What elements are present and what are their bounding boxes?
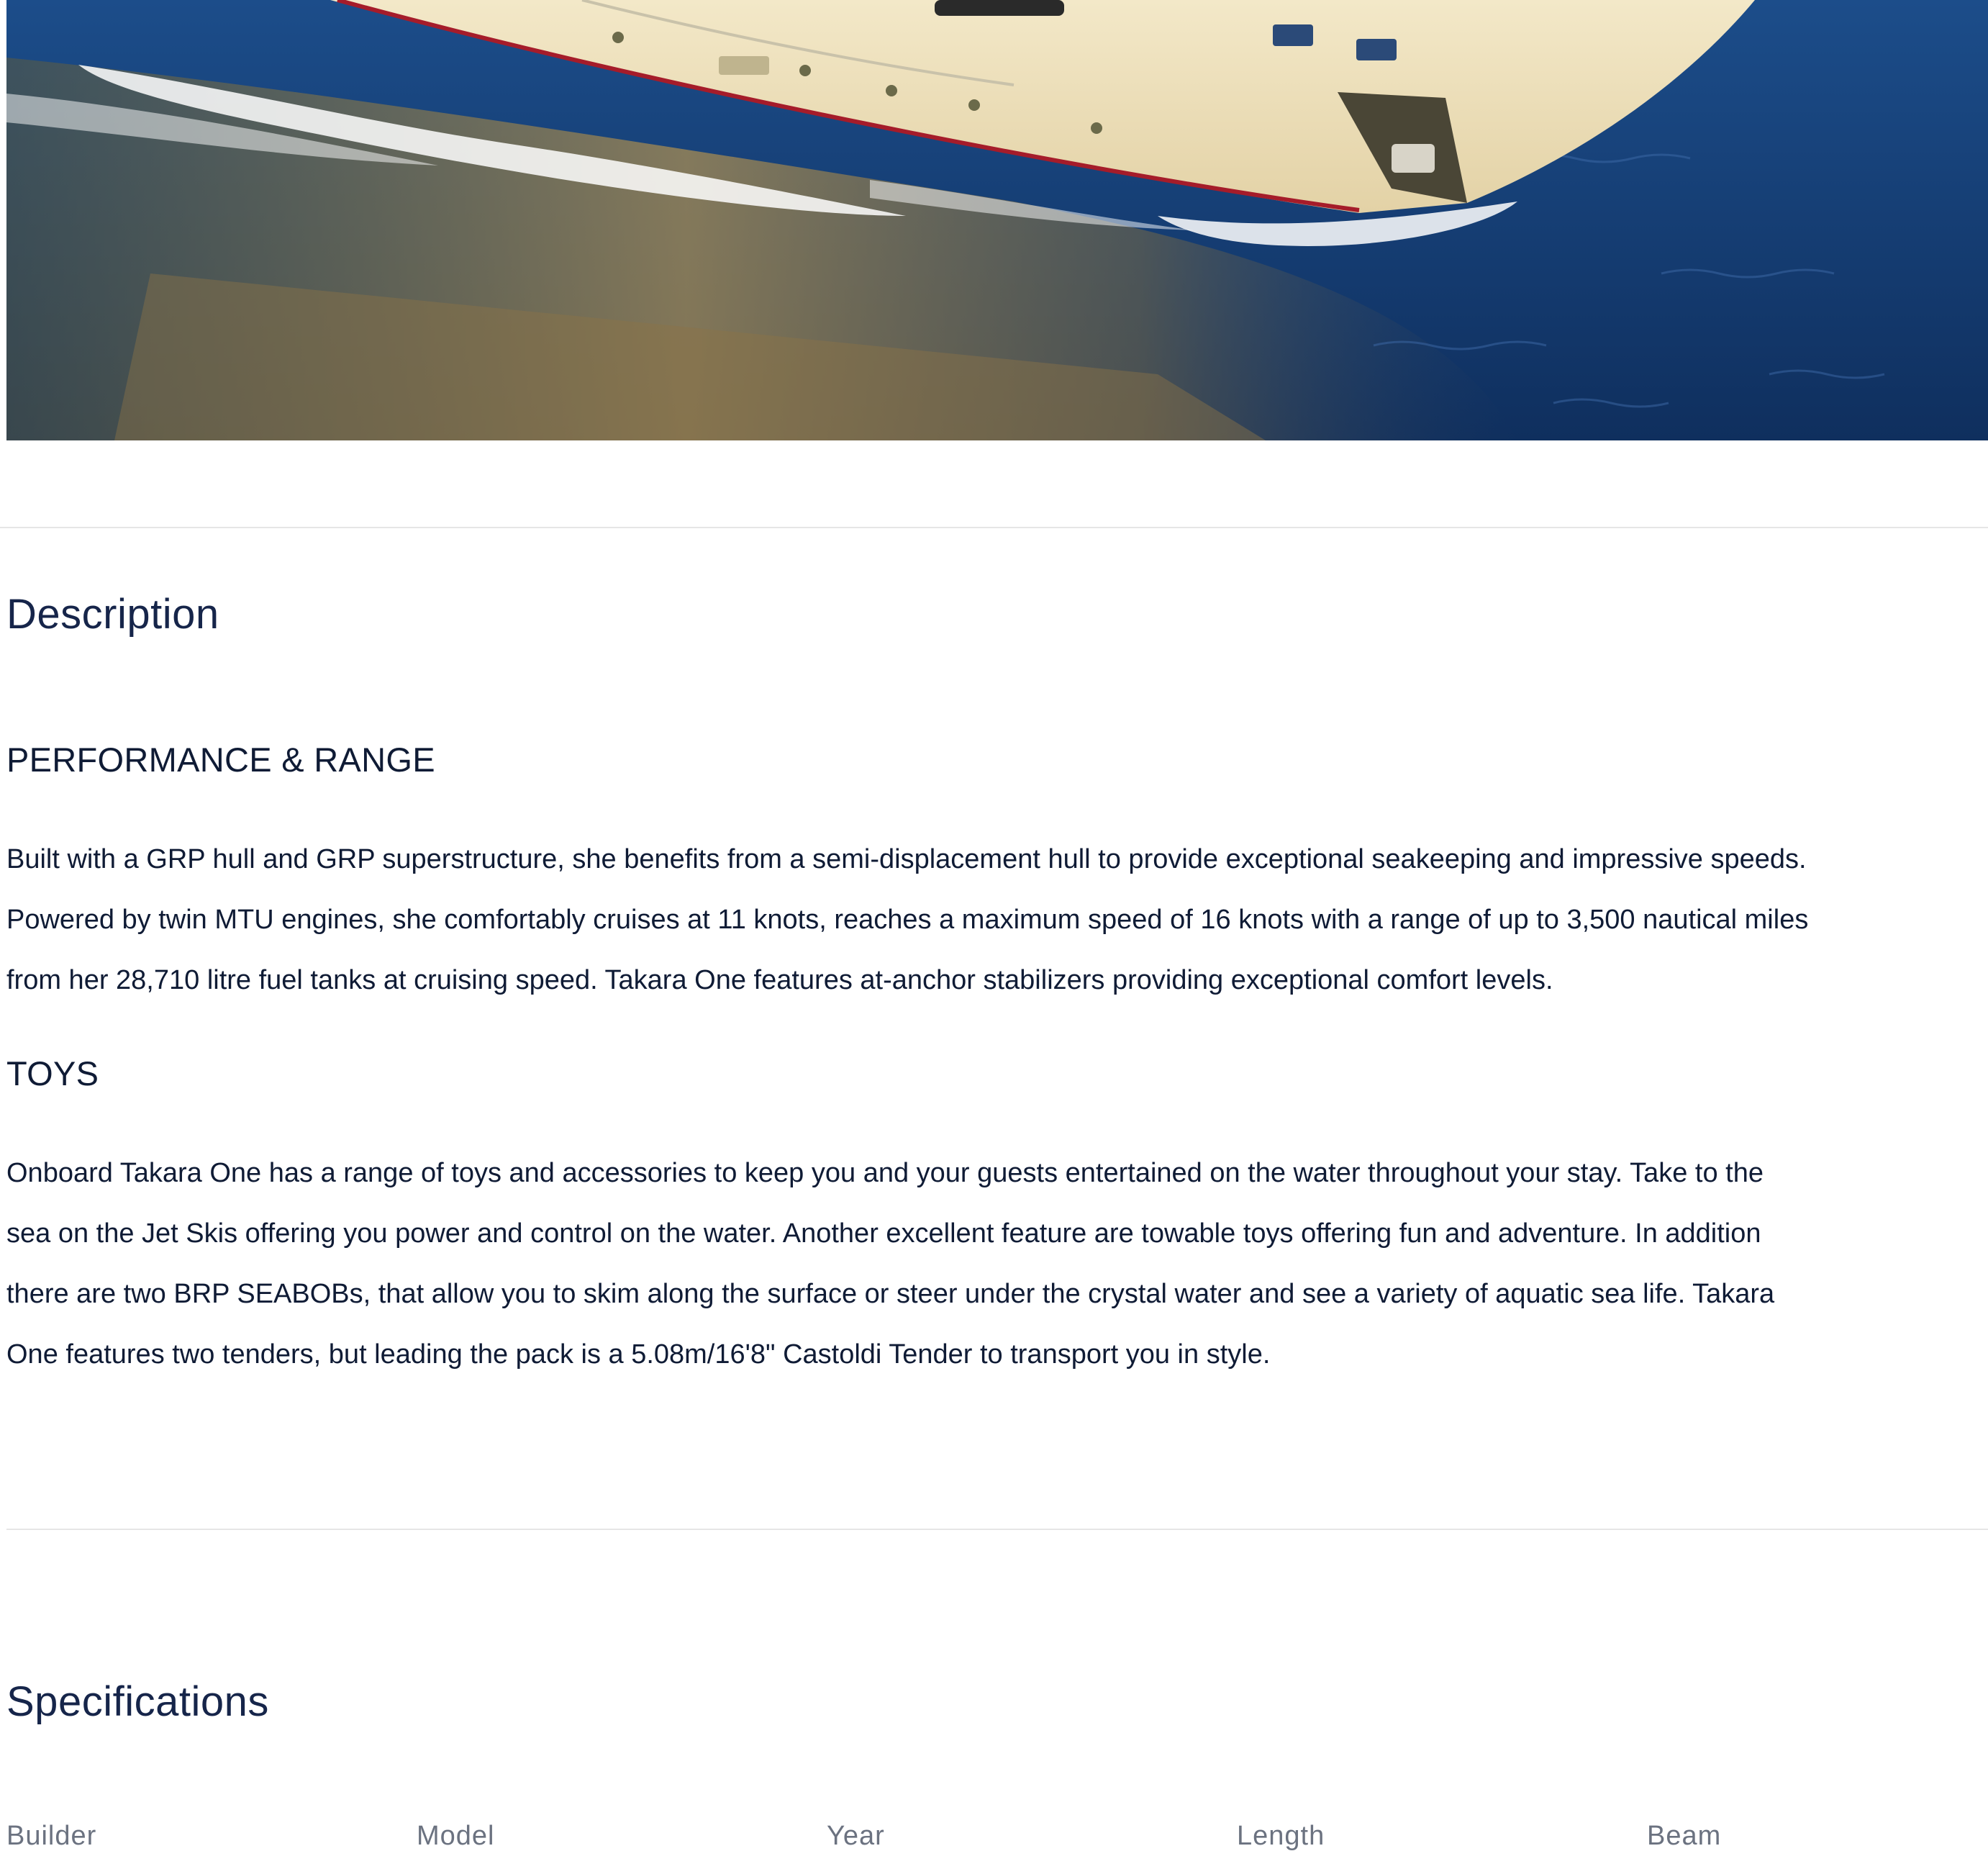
- spec-label-length: Length: [1237, 1821, 1325, 1851]
- spec-label-model: Model: [417, 1821, 495, 1851]
- paragraph-line: sea on the Jet Skis offering you power a…: [6, 1218, 1761, 1249]
- section-divider: [0, 527, 1988, 528]
- toys-paragraph: Onboard Takara One has a range of toys a…: [6, 1143, 1988, 1385]
- paragraph-line: Onboard Takara One has a range of toys a…: [6, 1158, 1764, 1188]
- paragraph-line: there are two BRP SEABOBs, that allow yo…: [6, 1279, 1775, 1309]
- specifications-title: Specifications: [6, 1678, 269, 1725]
- toys-heading: TOYS: [6, 1054, 99, 1092]
- performance-paragraph: Built with a GRP hull and GRP superstruc…: [6, 829, 1988, 1010]
- performance-heading: PERFORMANCE & RANGE: [6, 741, 435, 779]
- paragraph-line: from her 28,710 litre fuel tanks at crui…: [6, 965, 1553, 995]
- spec-label-beam: Beam: [1647, 1821, 1722, 1851]
- description-title: Description: [6, 591, 219, 638]
- spec-label-builder: Builder: [6, 1821, 97, 1851]
- paragraph-line: Built with a GRP hull and GRP superstruc…: [6, 844, 1807, 874]
- spec-label-year: Year: [827, 1821, 885, 1851]
- paragraph-line: Powered by twin MTU engines, she comfort…: [6, 905, 1809, 935]
- yacht-hero-image: [6, 0, 1988, 440]
- section-divider: [6, 1529, 1988, 1530]
- paragraph-line: One features two tenders, but leading th…: [6, 1339, 1271, 1370]
